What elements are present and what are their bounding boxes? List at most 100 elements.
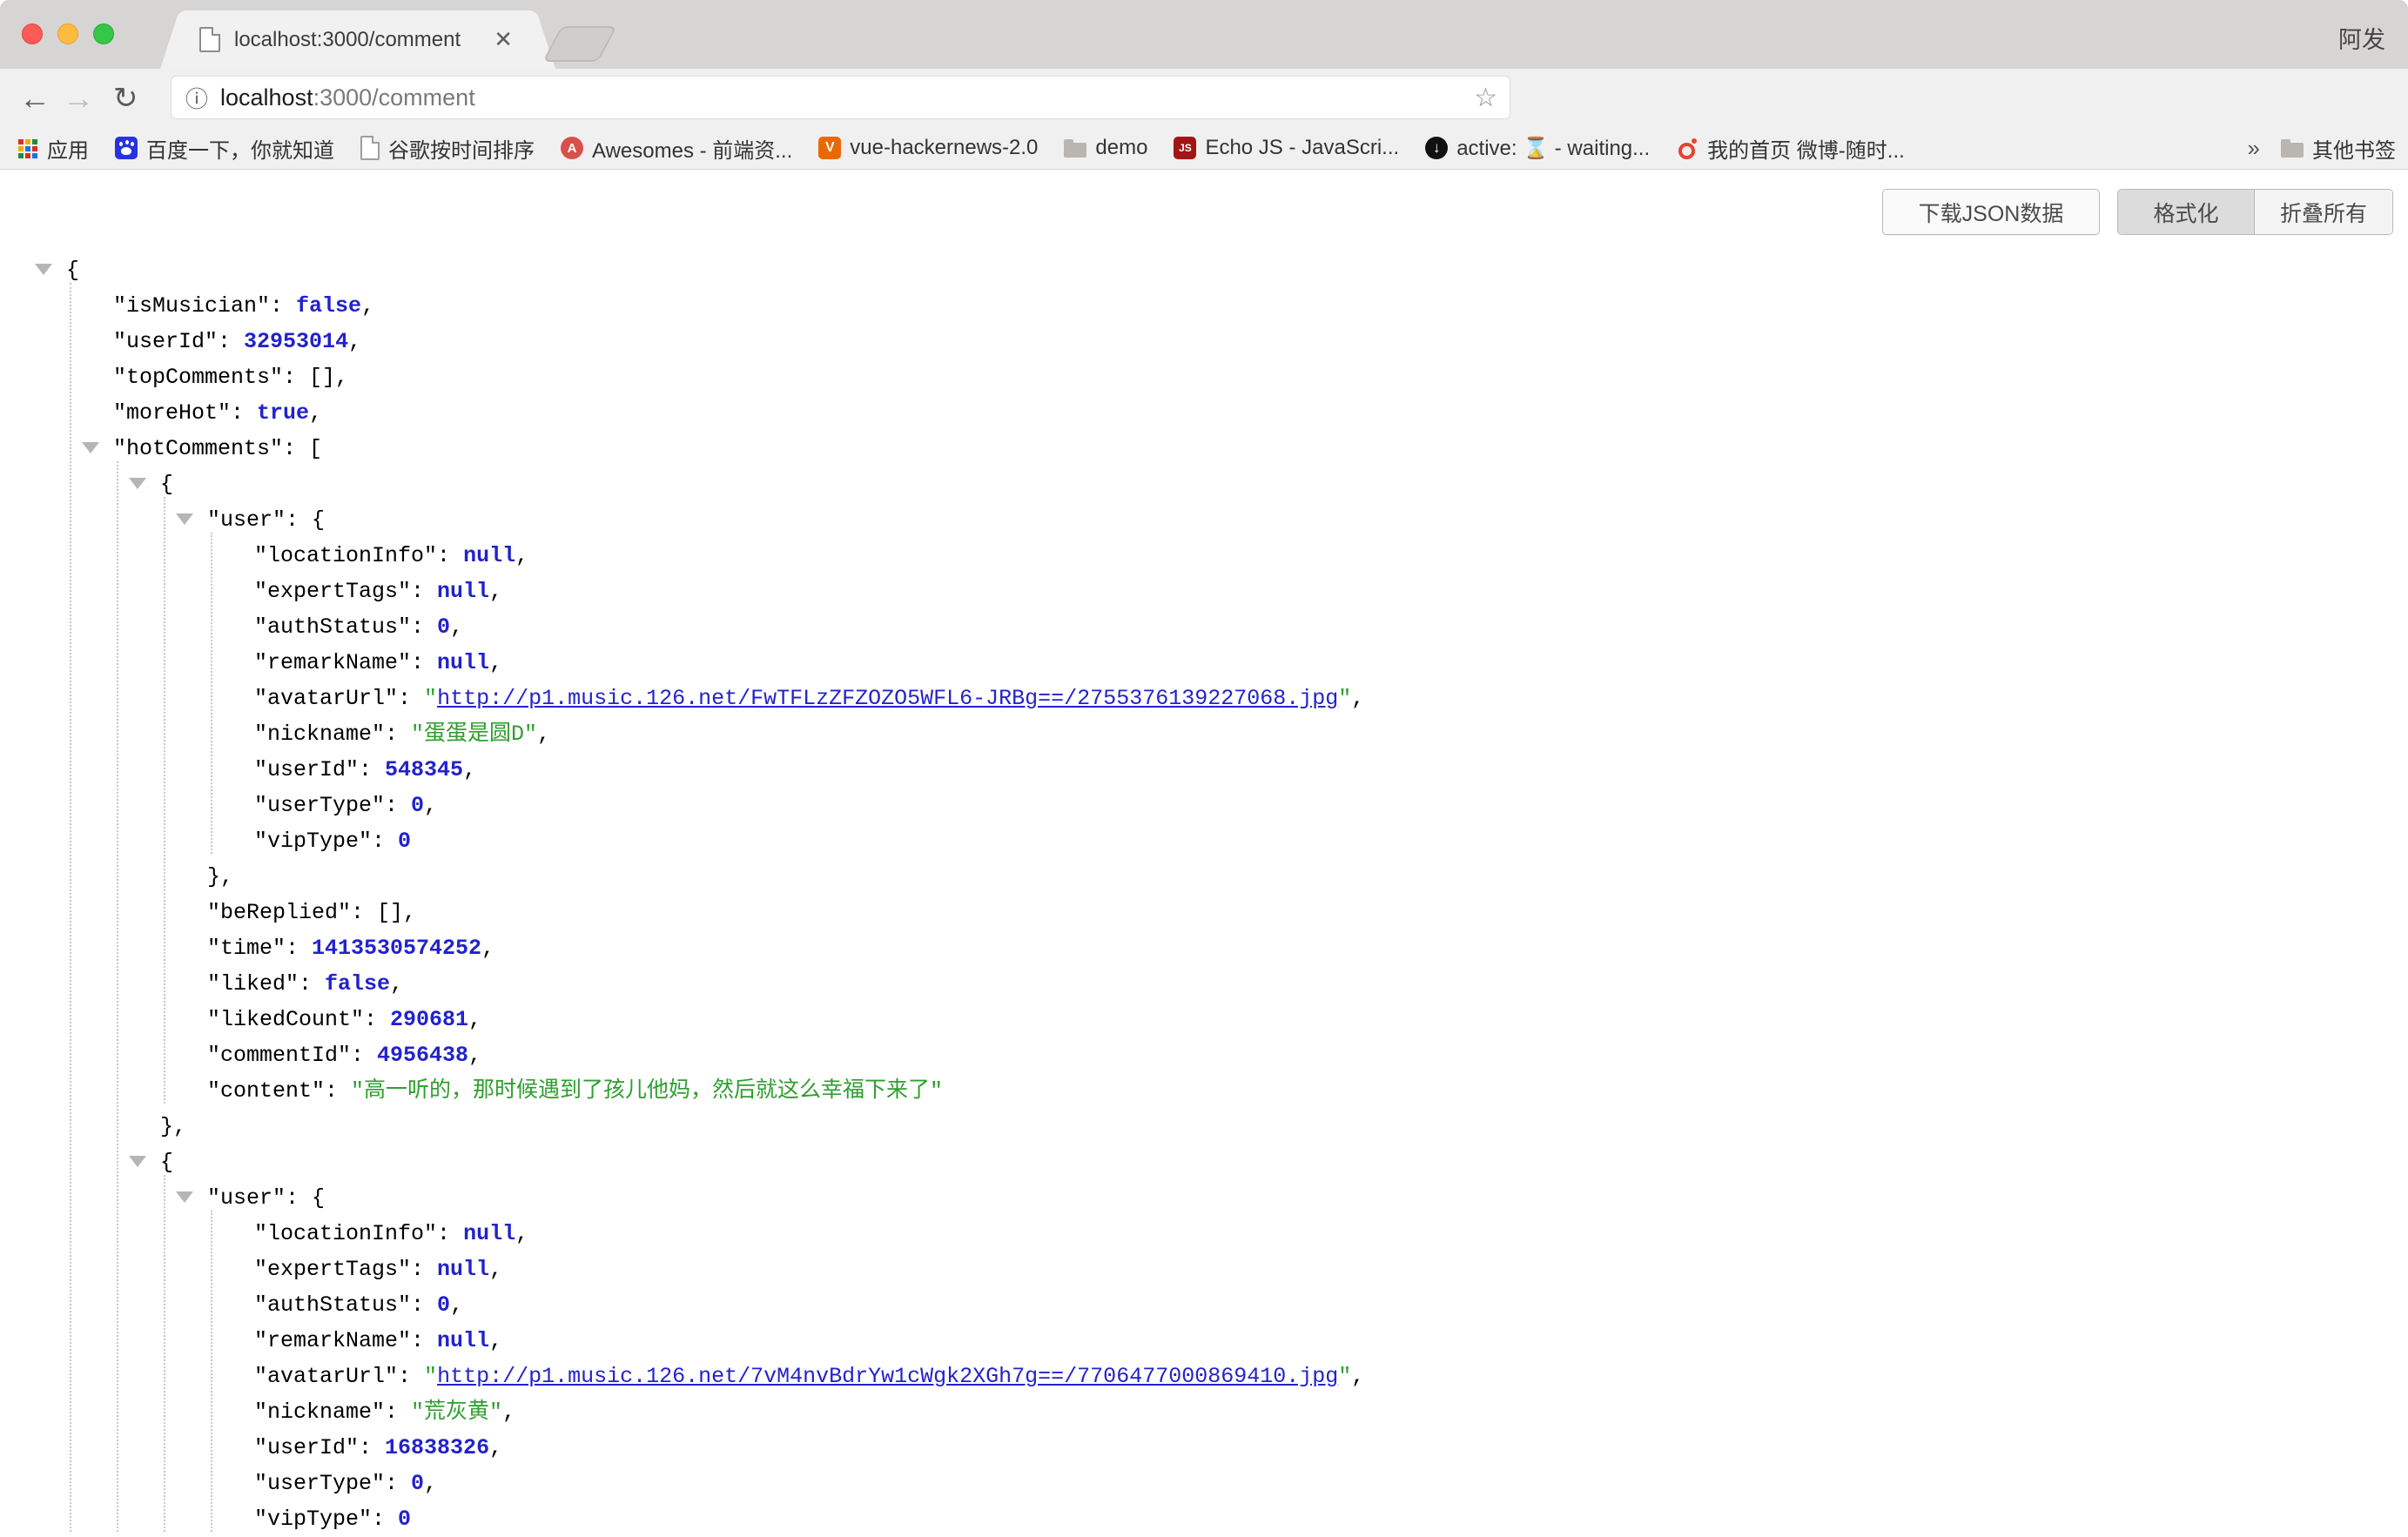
collapse-caret[interactable] — [82, 442, 99, 453]
json-url-link[interactable]: http://p1.music.126.net/FwTFLzZFZOZO5WFL… — [437, 686, 1338, 711]
bookmark-baidu[interactable]: 百度一下，你就知道 — [115, 133, 334, 164]
bookmarks-overflow-chevron[interactable]: » — [2248, 135, 2260, 162]
json-line: "remarkName": null, — [0, 1323, 2408, 1359]
json-token: , — [361, 293, 374, 319]
bookmark-vue-hackernews-icon: V — [818, 137, 841, 159]
json-token: "liked" — [207, 971, 299, 997]
json-line: "expertTags": null, — [0, 574, 2408, 609]
bookmark-weibo-home-label: 我的首页 微博-随时... — [1707, 133, 1905, 164]
bookmark-google-sort-label: 谷歌按时间排序 — [388, 133, 535, 164]
json-token: , — [309, 400, 322, 426]
bookmark-apps[interactable]: 应用 — [16, 133, 89, 164]
json-line: { — [0, 466, 2408, 502]
zoom-window-button[interactable] — [93, 23, 114, 44]
json-token: " — [1338, 686, 1351, 711]
json-token: "高一听的，那时候遇到了孩儿他妈，然后就这么幸福下来了" — [351, 1078, 943, 1104]
json-token: : — [359, 1435, 385, 1460]
json-line: "hotComments": [ — [0, 431, 2408, 466]
json-token: , — [1351, 686, 1364, 711]
json-token: : — [411, 1257, 437, 1282]
bookmark-echojs-icon-glyph: JS — [1179, 142, 1192, 154]
bookmark-weibo-home-icon — [1676, 137, 1698, 159]
json-token: : [], — [283, 365, 348, 390]
json-token: false — [296, 293, 361, 319]
bookmark-active[interactable]: ↓active: ⌛ - waiting... — [1425, 136, 1650, 161]
bookmark-vue-hackernews-icon-glyph: V — [825, 140, 835, 156]
json-token: , — [450, 614, 463, 640]
minimize-window-button[interactable] — [57, 23, 78, 44]
bookmarks-right: » 其他书签 — [2248, 127, 2396, 169]
json-token: " — [424, 686, 437, 711]
json-token: : — [385, 1471, 411, 1496]
bookmark-demo[interactable]: demo — [1064, 136, 1147, 160]
bookmark-demo-icon — [1064, 143, 1086, 158]
json-token: "nickname" — [254, 1399, 385, 1425]
json-token: : — [364, 1007, 390, 1032]
json-token: "beReplied" — [207, 900, 351, 925]
bookmark-weibo-home[interactable]: 我的首页 微博-随时... — [1676, 133, 1905, 164]
json-line: "isMusician": false, — [0, 288, 2408, 324]
json-token: , — [515, 1221, 528, 1246]
url-path: :3000/comment — [313, 84, 475, 111]
json-token: : — [231, 400, 257, 426]
url-text[interactable]: localhost:3000/comment — [220, 84, 475, 111]
json-token: : — [411, 614, 437, 640]
json-viewer: { "isMusician": false, "userId": 32953014,… — [0, 170, 2408, 1527]
json-token: , — [424, 1471, 437, 1496]
other-bookmarks[interactable]: 其他书签 — [2281, 133, 2396, 164]
json-token: , — [468, 1007, 481, 1032]
collapse-caret[interactable] — [176, 513, 193, 525]
bookmark-vue-hackernews[interactable]: Vvue-hackernews-2.0 — [818, 136, 1038, 160]
site-info-icon[interactable]: ⓘ — [185, 82, 208, 114]
collapse-caret[interactable] — [129, 1156, 146, 1167]
json-token: : — [218, 329, 244, 354]
json-token: "commentId" — [207, 1043, 351, 1068]
tab-close-icon[interactable]: ✕ — [490, 26, 516, 53]
json-token: false — [325, 971, 390, 997]
json-token: , — [515, 543, 528, 568]
json-token: "userType" — [254, 793, 385, 818]
reload-button[interactable]: ↻ — [113, 69, 138, 127]
json-token: "userId" — [113, 329, 218, 354]
json-token: , — [489, 1328, 502, 1353]
json-line: "avatarUrl": "http://p1.music.126.net/Fw… — [0, 681, 2408, 716]
profile-name[interactable]: 阿发 — [2338, 21, 2385, 55]
json-token: : { — [286, 507, 325, 533]
json-line: "moreHot": true, — [0, 395, 2408, 431]
json-token: : — [411, 1328, 437, 1353]
bookmark-awesomes[interactable]: AAwesomes - 前端资... — [561, 133, 792, 164]
json-token: , — [537, 722, 550, 747]
json-line: "liked": false, — [0, 966, 2408, 1002]
bookmark-echojs[interactable]: JSEcho JS - JavaScri... — [1174, 136, 1399, 160]
collapse-caret[interactable] — [129, 478, 146, 489]
json-token: 0 — [437, 614, 450, 640]
bookmark-demo-label: demo — [1095, 136, 1147, 160]
bookmark-star-icon[interactable]: ☆ — [1474, 83, 1497, 113]
json-token: : — [437, 543, 463, 568]
json-token: 32953014 — [244, 329, 348, 354]
json-token: : — [286, 936, 312, 961]
json-token: : — [411, 1292, 437, 1318]
browser-tab[interactable]: localhost:3000/comment ✕ — [187, 10, 528, 69]
json-token: , — [1351, 1364, 1364, 1389]
json-token: "userId" — [254, 1435, 359, 1460]
json-url-link[interactable]: http://p1.music.126.net/7vM4nvBdrYw1cWgk… — [437, 1364, 1338, 1389]
json-token: "likedCount" — [207, 1007, 364, 1032]
page-favicon-icon — [199, 27, 220, 52]
bookmark-google-sort[interactable]: 谷歌按时间排序 — [360, 133, 535, 164]
json-token: 0 — [411, 1471, 424, 1496]
json-token: null — [437, 579, 489, 604]
json-line: "commentId": 4956438, — [0, 1037, 2408, 1073]
json-token: , — [489, 1435, 502, 1460]
address-bar[interactable]: ⓘ localhost:3000/comment ☆ — [171, 76, 1510, 119]
json-token: : — [385, 793, 411, 818]
back-button[interactable]: ← — [19, 69, 50, 127]
collapse-caret[interactable] — [35, 264, 52, 275]
json-token: "time" — [207, 936, 286, 961]
collapse-caret[interactable] — [176, 1191, 193, 1203]
json-token: { — [160, 1150, 173, 1175]
new-tab-button[interactable] — [542, 26, 617, 62]
close-window-button[interactable] — [22, 23, 43, 44]
browser-toolbar: ← → ↻ ⓘ localhost:3000/comment ☆ 英enVFE品… — [0, 69, 2408, 127]
json-token: , — [489, 650, 502, 675]
